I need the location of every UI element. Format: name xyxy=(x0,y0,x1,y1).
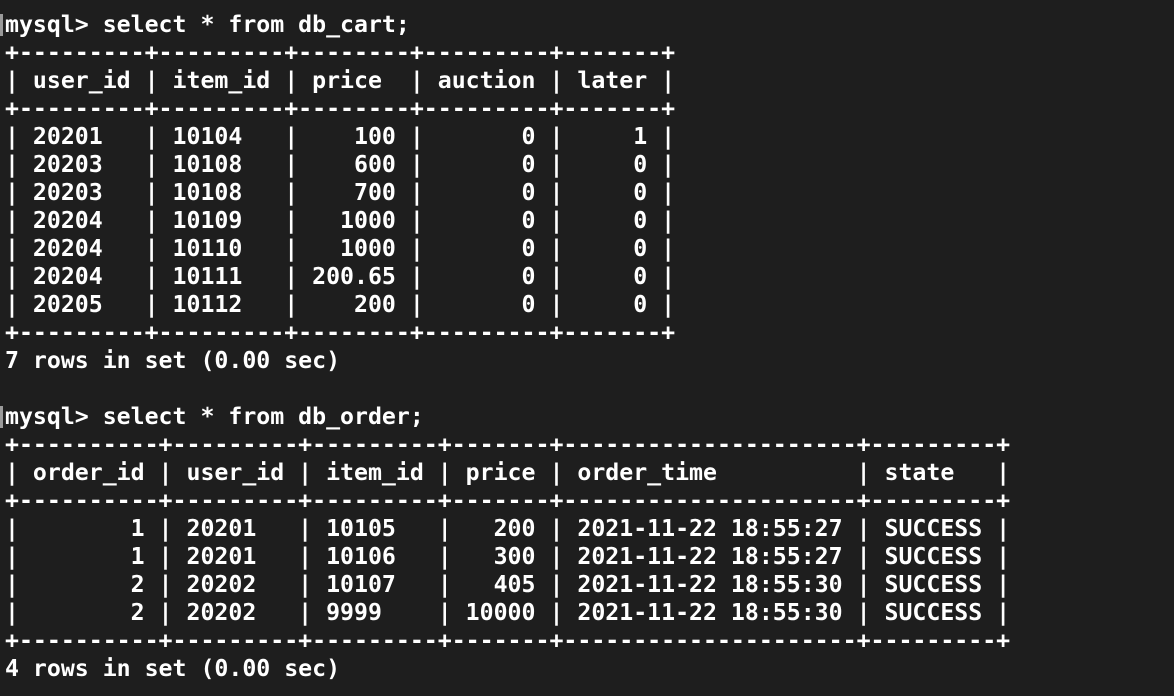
cart-table-row: | 20201 | 10104 | 100 | 0 | 1 | xyxy=(5,123,676,150)
prompt-line-db-order: mysql> select * from db_order; xyxy=(5,403,424,430)
selection-marker xyxy=(0,14,3,36)
order-table-border: +----------+---------+---------+-------+… xyxy=(5,431,1011,458)
cart-table-row: | 20203 | 10108 | 700 | 0 | 0 | xyxy=(5,179,676,206)
order-table-header: | order_id | user_id | item_id | price |… xyxy=(5,459,1011,486)
cart-table-border: +---------+---------+--------+---------+… xyxy=(5,95,676,122)
terminal-window[interactable]: mysql> select * from db_cart; +---------… xyxy=(0,0,1174,696)
cart-table-border: +---------+---------+--------+---------+… xyxy=(5,319,676,346)
order-table-row: | 2 | 20202 | 10107 | 405 | 2021-11-22 1… xyxy=(5,571,1011,598)
order-table-row: | 2 | 20202 | 9999 | 10000 | 2021-11-22 … xyxy=(5,599,1011,626)
cart-table-header: | user_id | item_id | price | auction | … xyxy=(5,67,676,94)
order-table-border: +----------+---------+---------+-------+… xyxy=(5,487,1011,514)
order-result-summary: 4 rows in set (0.00 sec) xyxy=(5,655,341,682)
cart-table-row: | 20204 | 10111 | 200.65 | 0 | 0 | xyxy=(5,263,676,290)
order-table-row: | 1 | 20201 | 10106 | 300 | 2021-11-22 1… xyxy=(5,543,1011,570)
cart-result-summary: 7 rows in set (0.00 sec) xyxy=(5,347,341,374)
cart-table-border: +---------+---------+--------+---------+… xyxy=(5,39,676,66)
order-table-border: +----------+---------+---------+-------+… xyxy=(5,627,1011,654)
cart-table-row: | 20203 | 10108 | 600 | 0 | 0 | xyxy=(5,151,676,178)
cart-table-row: | 20204 | 10109 | 1000 | 0 | 0 | xyxy=(5,207,676,234)
prompt-line-db-cart: mysql> select * from db_cart; xyxy=(5,11,410,38)
selection-marker xyxy=(0,406,3,428)
cart-table-row: | 20204 | 10110 | 1000 | 0 | 0 | xyxy=(5,235,676,262)
cart-table-row: | 20205 | 10112 | 200 | 0 | 0 | xyxy=(5,291,676,318)
order-table-row: | 1 | 20201 | 10105 | 200 | 2021-11-22 1… xyxy=(5,515,1011,542)
